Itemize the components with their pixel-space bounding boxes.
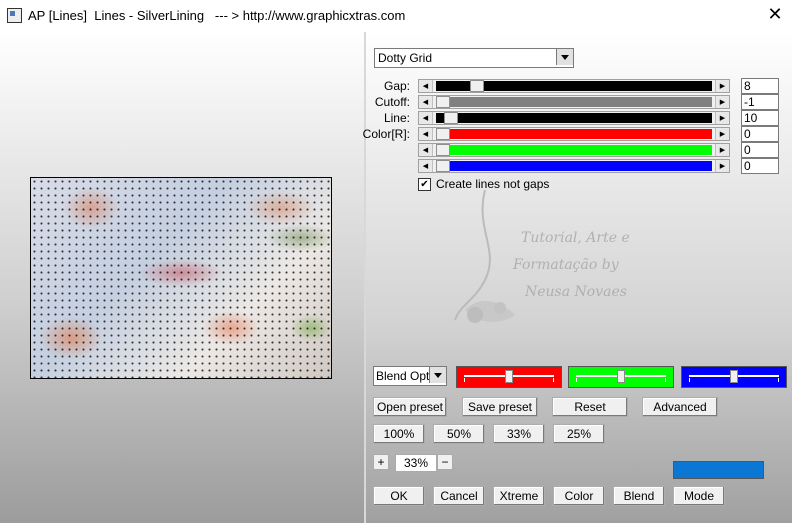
arrow-left-icon[interactable]: ◀ (419, 112, 433, 124)
color-b-value-field[interactable]: 0 (741, 158, 779, 174)
zoom-in-button[interactable]: + (373, 454, 389, 470)
zoom-50-button[interactable]: 50% (433, 424, 485, 444)
line-slider[interactable]: ◀ ▶ (418, 111, 730, 125)
blend-red-slider[interactable] (456, 366, 562, 388)
zoom-100-button[interactable]: 100% (373, 424, 425, 444)
reset-button[interactable]: Reset (552, 397, 628, 417)
arrow-right-icon[interactable]: ▶ (715, 160, 729, 172)
cutoff-slider-track[interactable] (436, 97, 712, 107)
color-button[interactable]: Color (553, 486, 605, 506)
line-value-field[interactable]: 10 (741, 110, 779, 126)
zoom-25-button[interactable]: 25% (553, 424, 605, 444)
gap-value-field[interactable]: 8 (741, 78, 779, 94)
color-g-slider[interactable]: ◀ ▶ (418, 143, 730, 157)
zoom-level-field[interactable]: 33% (395, 454, 437, 472)
gap-slider-thumb[interactable] (470, 80, 485, 92)
preset-dropdown-value: Dotty Grid (378, 51, 433, 65)
title-bar: AP [Lines] Lines - SilverLining --- > ht… (0, 0, 792, 32)
watermark: Tutorial, Arte e Formatação by Neusa Nov… (445, 190, 645, 340)
color-b-slider-track[interactable] (436, 161, 712, 171)
blend-blue-knob[interactable] (730, 370, 738, 383)
watermark-line3: Neusa Novaes (525, 284, 627, 300)
mode-button[interactable]: Mode (673, 486, 725, 506)
zoom-33-button[interactable]: 33% (493, 424, 545, 444)
cutoff-value-field[interactable]: -1 (741, 94, 779, 110)
color-r-slider-track[interactable] (436, 129, 712, 139)
arrow-right-icon[interactable]: ▶ (715, 96, 729, 108)
chevron-down-icon[interactable] (429, 367, 446, 383)
color-g-slider-thumb[interactable] (436, 144, 450, 156)
color-g-value-field[interactable]: 0 (741, 142, 779, 158)
arrow-left-icon[interactable]: ◀ (419, 80, 433, 92)
gap-slider[interactable]: ◀ ▶ (418, 79, 730, 93)
arrow-right-icon[interactable]: ▶ (715, 144, 729, 156)
line-label: Line: (383, 111, 410, 125)
ok-button[interactable]: OK (373, 486, 425, 506)
cutoff-label: Cutoff: (374, 95, 410, 109)
arrow-left-icon[interactable]: ◀ (419, 128, 433, 140)
blend-green-slider[interactable] (568, 366, 674, 388)
advanced-button[interactable]: Advanced (642, 397, 718, 417)
color-r-label: Color[R]: (362, 127, 410, 141)
line-slider-thumb[interactable] (443, 112, 458, 124)
close-icon[interactable]: ✕ (760, 2, 790, 28)
preview-image (30, 177, 332, 379)
watermark-line2: Formatação by (513, 257, 619, 273)
save-preset-button[interactable]: Save preset (462, 397, 538, 417)
color-b-slider-thumb[interactable] (436, 160, 450, 172)
arrow-left-icon[interactable]: ◀ (419, 144, 433, 156)
color-swatch[interactable] (673, 461, 764, 479)
gap-label: Gap: (383, 79, 410, 93)
create-lines-label: Create lines not gaps (436, 177, 550, 191)
color-g-slider-track[interactable] (436, 145, 712, 155)
blend-blue-slider[interactable] (681, 366, 787, 388)
line-slider-track[interactable] (436, 113, 712, 123)
zoom-out-button[interactable]: − (437, 454, 453, 470)
window-title: AP [Lines] Lines - SilverLining --- > ht… (28, 8, 406, 23)
color-r-slider-thumb[interactable] (436, 128, 450, 140)
arrow-right-icon[interactable]: ▶ (715, 112, 729, 124)
color-r-value-field[interactable]: 0 (741, 126, 779, 142)
color-r-slider[interactable]: ◀ ▶ (418, 127, 730, 141)
blend-button[interactable]: Blend (613, 486, 665, 506)
preset-dropdown[interactable]: Dotty Grid (374, 48, 574, 68)
arrow-left-icon[interactable]: ◀ (419, 160, 433, 172)
xtreme-button[interactable]: Xtreme (493, 486, 545, 506)
cutoff-slider-thumb[interactable] (436, 96, 450, 108)
chevron-down-icon[interactable] (556, 49, 573, 65)
blend-green-knob[interactable] (617, 370, 625, 383)
open-preset-button[interactable]: Open preset (373, 397, 447, 417)
arrow-left-icon[interactable]: ◀ (419, 96, 433, 108)
blend-red-knob[interactable] (505, 370, 513, 383)
color-b-slider[interactable]: ◀ ▶ (418, 159, 730, 173)
create-lines-checkbox[interactable]: ✔ (418, 178, 431, 191)
cancel-button[interactable]: Cancel (433, 486, 485, 506)
arrow-right-icon[interactable]: ▶ (715, 80, 729, 92)
arrow-right-icon[interactable]: ▶ (715, 128, 729, 140)
blend-options-dropdown[interactable]: Blend Options (373, 366, 447, 386)
cutoff-slider[interactable]: ◀ ▶ (418, 95, 730, 109)
app-icon (7, 8, 22, 23)
watermark-line1: Tutorial, Arte e (521, 230, 630, 246)
